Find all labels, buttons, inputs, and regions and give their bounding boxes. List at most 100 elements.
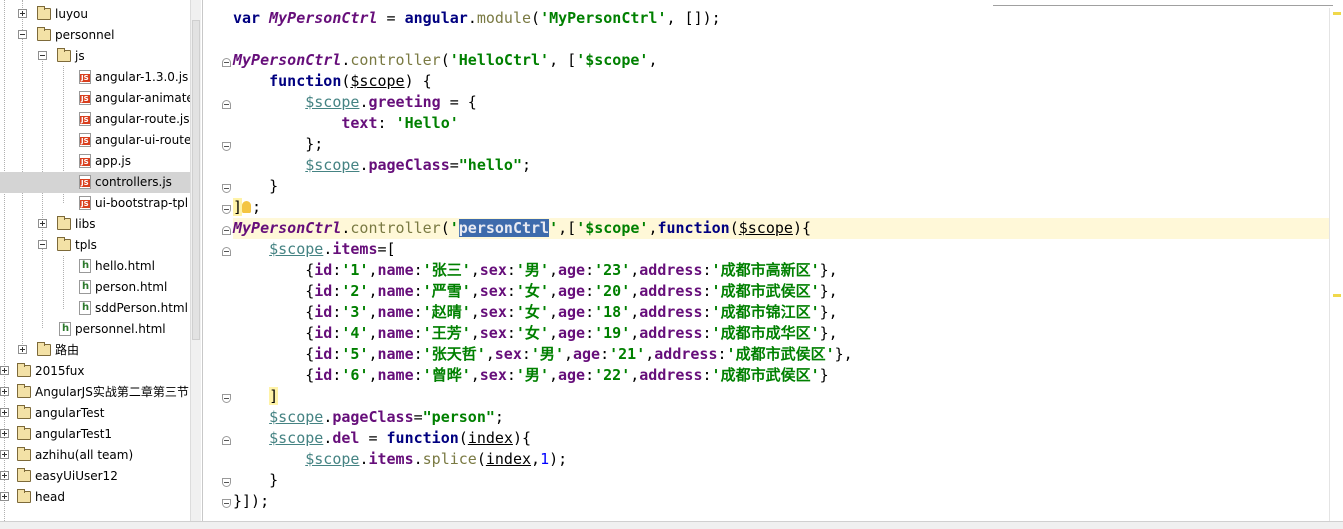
token-param: $scope [305, 93, 360, 111]
expand-toggle-icon[interactable] [0, 366, 9, 375]
tree-item-file[interactable]: personnel.html [0, 319, 190, 340]
horizontal-scrollbar[interactable] [0, 521, 1343, 529]
item-address: 成都市成华区 [720, 324, 811, 342]
expand-toggle-icon[interactable] [18, 345, 27, 354]
tree-item-file[interactable]: angular-animate [0, 88, 190, 109]
code-line: ]; [233, 198, 262, 216]
tree-scrollbar-thumb[interactable] [192, 20, 200, 340]
tree-item-project[interactable]: easyUiUser12 [0, 466, 190, 487]
tab-underline [993, 0, 1333, 6]
tree-item-file[interactable]: angular-ui-route [0, 130, 190, 151]
fold-marker-icon[interactable] [222, 478, 231, 487]
token-property: items [368, 450, 414, 468]
fold-marker-icon[interactable] [222, 247, 231, 256]
error-stripe-marker[interactable] [1333, 294, 1341, 297]
js-file-icon [79, 196, 91, 210]
token-string: ' [549, 219, 559, 237]
tree-item-project[interactable]: angularTest1 [0, 424, 190, 445]
token-string: 'HelloCtrl' [449, 51, 550, 69]
item-sex: 男 [539, 345, 555, 363]
item-sex: 男 [524, 366, 540, 384]
token-param: $scope [269, 429, 324, 447]
fold-marker-icon[interactable] [222, 226, 231, 235]
token-property: pageClass [332, 408, 414, 426]
expand-toggle-icon[interactable] [0, 471, 9, 480]
fold-marker-icon[interactable] [222, 499, 231, 508]
lightbulb-icon[interactable] [242, 201, 252, 213]
tree-item-luyou[interactable]: luyou [0, 4, 190, 25]
folder-icon [37, 27, 51, 41]
fold-marker-icon[interactable] [222, 100, 231, 109]
tree-item-label: 路由 [55, 343, 80, 357]
tree-item-label: easyUiUser12 [35, 469, 118, 483]
js-file-icon [79, 70, 91, 84]
tree-item-file[interactable]: ui-bootstrap-tpl [0, 193, 190, 214]
editor-scrollbar[interactable] [1329, 8, 1343, 521]
token-param: index [467, 429, 513, 447]
fold-marker-icon[interactable] [222, 394, 231, 403]
expand-toggle-icon[interactable] [0, 429, 9, 438]
expand-toggle-icon[interactable] [0, 450, 9, 459]
tree-item-file[interactable]: hello.html [0, 256, 190, 277]
code-line: MyPersonCtrl.controller('HelloCtrl', ['$… [233, 51, 658, 69]
item-sex: 女 [524, 282, 540, 300]
tree-item-file[interactable]: angular-route.js [0, 109, 190, 130]
tree-item-file[interactable]: angular-1.3.0.js [0, 67, 190, 88]
item-age: 20 [603, 282, 622, 300]
tree-item-project[interactable]: angularTest [0, 403, 190, 424]
error-stripe-marker[interactable] [1333, 12, 1341, 15]
editor-gutter [203, 8, 233, 521]
code-line: text: 'Hello' [341, 114, 459, 132]
collapse-toggle-icon[interactable] [18, 30, 27, 39]
folder-icon [17, 384, 31, 398]
tree-item-project[interactable]: AngularJS实战第二章第三节 [0, 382, 190, 403]
token-property: pageClass [368, 156, 450, 174]
fold-marker-icon[interactable] [222, 436, 231, 445]
expand-toggle-icon[interactable] [18, 9, 27, 18]
token-property: del [332, 429, 360, 447]
tree-item-file[interactable]: person.html [0, 277, 190, 298]
collapse-toggle-icon[interactable] [38, 240, 47, 249]
tree-scrollbar[interactable] [190, 0, 201, 521]
fold-marker-icon[interactable] [222, 142, 231, 151]
token-param: $scope [269, 408, 324, 426]
tree-item-tpls[interactable]: tpls [0, 235, 190, 256]
item-address: 成都市武侯区 [720, 366, 811, 384]
code-line: }]); [233, 492, 270, 510]
code-line-item: {id:'6',name:'曾晔',sex:'男',age:'22',addre… [233, 366, 829, 384]
folder-icon [57, 48, 71, 62]
tree-item-label: head [35, 490, 65, 504]
code-line: var MyPersonCtrl = angular.module('MyPer… [233, 9, 721, 27]
tree-item-project[interactable]: 2015fux [0, 361, 190, 382]
expand-toggle-icon[interactable] [38, 219, 47, 228]
project-tree[interactable]: luyou personnel js angular-1.3.0.js angu… [0, 0, 190, 521]
token-string-selected: personCtrl [458, 219, 550, 237]
tree-item-libs[interactable]: libs [0, 214, 190, 235]
expand-toggle-icon[interactable] [0, 492, 9, 501]
tree-item-file[interactable]: app.js [0, 151, 190, 172]
fold-marker-icon[interactable] [222, 205, 231, 214]
tree-item-file-selected[interactable]: controllers.js [0, 172, 190, 193]
tree-item-project[interactable]: azhihu(all team) [0, 445, 190, 466]
tree-item-label: personnel [55, 28, 115, 42]
html-file-icon [79, 280, 91, 294]
tree-item-label: tpls [75, 238, 97, 252]
token-keyword: function [386, 429, 459, 447]
tree-item-label: ui-bootstrap-tpl [95, 196, 189, 210]
token-string: ' [449, 219, 459, 237]
expand-toggle-icon[interactable] [0, 408, 9, 417]
token-identifier: MyPersonCtrl [233, 51, 342, 69]
collapse-toggle-icon[interactable] [38, 51, 47, 60]
tree-item-personnel[interactable]: personnel [0, 25, 190, 46]
tree-item-file[interactable]: sddPerson.html [0, 298, 190, 319]
fold-marker-icon[interactable] [222, 184, 231, 193]
token-method: splice [422, 450, 477, 468]
token-string: 'Hello' [395, 114, 459, 132]
fold-marker-icon[interactable] [222, 58, 231, 67]
tree-item-js[interactable]: js [0, 46, 190, 67]
expand-toggle-icon[interactable] [0, 387, 9, 396]
code-editor[interactable]: var MyPersonCtrl = angular.module('MyPer… [202, 0, 1343, 521]
tree-item-folder[interactable]: 路由 [0, 340, 190, 361]
tree-item-project[interactable]: head [0, 487, 190, 508]
tree-item-label: angular-ui-route [95, 133, 190, 147]
